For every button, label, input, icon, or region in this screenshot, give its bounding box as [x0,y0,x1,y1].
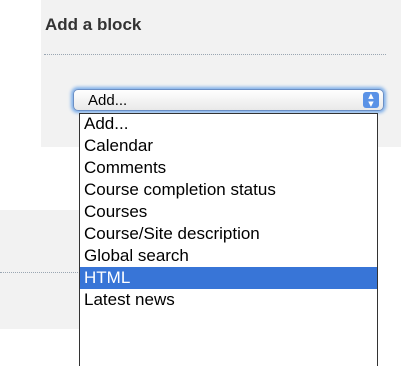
add-block-select[interactable]: Add... ▲ ▼ [73,89,384,111]
dropdown-option-course-site-description[interactable]: Course/Site description [80,223,377,245]
side-divider [0,272,80,273]
dropdown-option-add[interactable]: Add... [80,114,377,135]
dropdown-option-global-search[interactable]: Global search [80,245,377,267]
add-block-dropdown[interactable]: Add... Calendar Comments Course completi… [79,113,378,366]
dropdown-option-html[interactable]: HTML [80,267,377,289]
dropdown-option-course-completion-status[interactable]: Course completion status [80,179,377,201]
updown-arrows-icon: ▲ ▼ [363,92,379,108]
dropdown-option-calendar[interactable]: Calendar [80,135,377,157]
title-divider [44,54,386,55]
dropdown-option-latest-news[interactable]: Latest news [80,289,377,311]
block-title: Add a block [45,15,142,34]
dropdown-option-comments[interactable]: Comments [80,157,377,179]
select-value: Add... [88,92,128,109]
side-panel [0,210,80,329]
dropdown-option-courses[interactable]: Courses [80,201,377,223]
